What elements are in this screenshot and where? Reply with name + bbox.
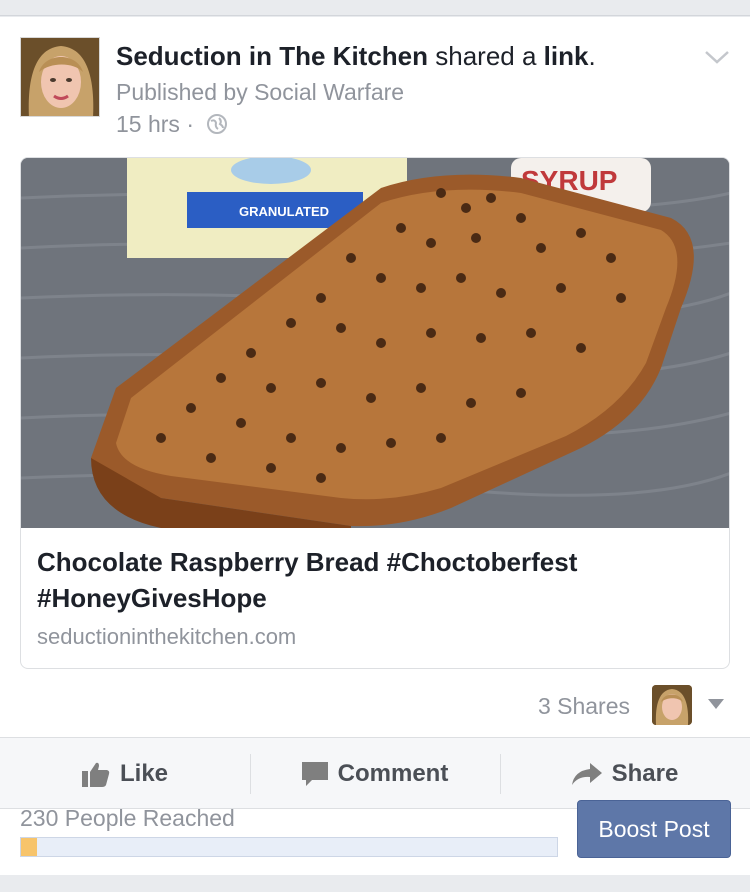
people-reached[interactable]: 230 People Reached [20,805,235,832]
author-line-period: . [588,41,596,71]
feed-top-divider [0,0,750,16]
feed-post-card: Seduction in The Kitchen shared a link. … [0,17,750,892]
caret-down-icon[interactable] [708,699,724,709]
post-timestamp: 15 hrs · [116,111,228,138]
time-separator: · [186,111,194,137]
shares-count[interactable]: 3 Shares [538,693,630,720]
action-bar: Like Comment Share [0,737,750,809]
post-header: Seduction in The Kitchen shared a link. … [20,37,730,137]
link-preview-image[interactable]: GRANULATED SYRUP [21,158,729,528]
comment-label: Comment [337,760,449,787]
post-time[interactable]: 15 hrs [116,111,180,137]
share-label: Share [611,760,679,787]
chevron-down-icon[interactable] [704,47,730,67]
boost-post-button[interactable]: Boost Post [577,800,731,858]
like-button[interactable]: Like [0,738,250,810]
thumbs-up-icon [81,762,110,787]
sharer-avatar[interactable] [652,685,692,725]
link-title[interactable]: Chocolate Raspberry Bread #Choctoberfest… [37,544,717,616]
link-word[interactable]: link [544,41,589,71]
share-arrow-icon [571,763,602,785]
comment-bubble-icon [301,762,328,786]
post-author-line: Seduction in The Kitchen shared a link. [116,41,596,72]
bread-photo: GRANULATED SYRUP [21,158,729,528]
link-domain: seductioninthekitchen.com [37,624,297,649]
comment-button[interactable]: Comment [250,738,500,810]
reach-progress-fill [21,838,38,856]
avatar-photo [21,38,99,116]
engagement-row: 3 Shares [0,679,750,729]
globe-icon [207,114,228,134]
like-label: Like [119,760,169,787]
page-name-link[interactable]: Seduction in The Kitchen [116,41,428,71]
shared-verb: shared a [435,41,537,71]
page-avatar[interactable] [20,37,100,117]
sharer-avatar-photo [652,685,692,725]
reach-progress-bar [20,837,558,857]
bag-label-text: GRANULATED [239,204,329,219]
published-by[interactable]: Published by Social Warfare [116,79,404,106]
link-preview-card[interactable]: GRANULATED SYRUP Chocolate Raspberry Bre… [20,157,730,669]
feed-bottom-divider [0,875,750,892]
